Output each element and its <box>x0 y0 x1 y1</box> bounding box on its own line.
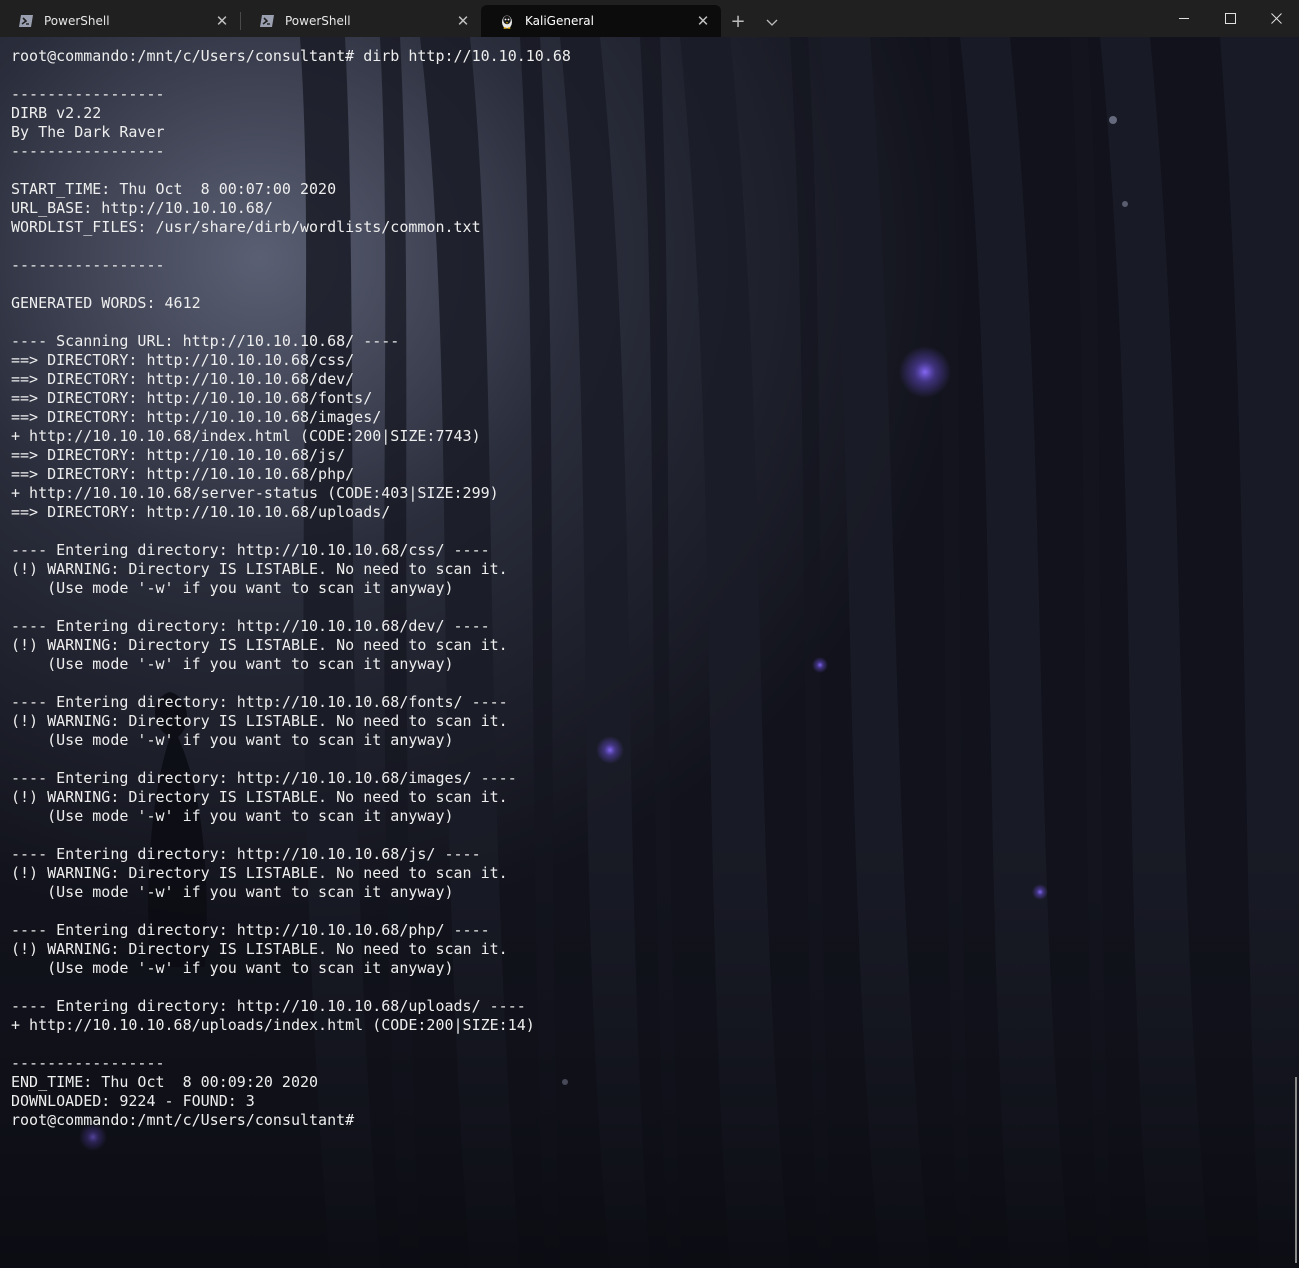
terminal-line: (!) WARNING: Directory IS LISTABLE. No n… <box>11 712 508 730</box>
maximize-icon <box>1224 13 1236 24</box>
terminal-line: URL_BASE: http://10.10.10.68/ <box>11 199 273 217</box>
terminal-output[interactable]: root@commando:/mnt/c/Users/consultant# d… <box>11 47 571 1130</box>
terminal-line: WORDLIST_FILES: /usr/share/dirb/wordlist… <box>11 218 481 236</box>
scrollbar[interactable] <box>1295 1077 1297 1263</box>
terminal-line: ==> DIRECTORY: http://10.10.10.68/php/ <box>11 465 355 483</box>
terminal-line: ---- Entering directory: http://10.10.10… <box>11 769 517 787</box>
tab-label: PowerShell <box>285 14 351 28</box>
terminal-line: ---- Entering directory: http://10.10.10… <box>11 617 490 635</box>
tab-dropdown-button[interactable] <box>755 5 789 37</box>
terminal-window: PowerShell ✕ PowerShell ✕ KaliGeneral ✕ … <box>0 0 1299 1268</box>
close-tab-icon[interactable]: ✕ <box>208 7 236 35</box>
terminal-line: ---- Entering directory: http://10.10.10… <box>11 693 508 711</box>
terminal-line: ==> DIRECTORY: http://10.10.10.68/css/ <box>11 351 355 369</box>
minimize-icon <box>1178 18 1189 19</box>
terminal-line: (Use mode '-w' if you want to scan it an… <box>11 807 454 825</box>
terminal-line: ---- Entering directory: http://10.10.10… <box>11 997 526 1015</box>
window-controls <box>1161 0 1299 37</box>
terminal-line: (Use mode '-w' if you want to scan it an… <box>11 883 454 901</box>
powershell-icon <box>18 13 34 29</box>
terminal-line: + http://10.10.10.68/server-status (CODE… <box>11 484 499 502</box>
terminal-line: (Use mode '-w' if you want to scan it an… <box>11 731 454 749</box>
kali-icon <box>499 13 515 29</box>
terminal-line: By The Dark Raver <box>11 123 165 141</box>
terminal-line: ----------------- <box>11 142 165 160</box>
terminal-line: root@commando:/mnt/c/Users/consultant# <box>11 1111 355 1129</box>
minimize-button[interactable] <box>1161 0 1207 37</box>
terminal-line: ==> DIRECTORY: http://10.10.10.68/js/ <box>11 446 346 464</box>
close-tab-icon[interactable]: ✕ <box>449 7 477 35</box>
terminal-line: ---- Scanning URL: http://10.10.10.68/ -… <box>11 332 400 350</box>
terminal-line: (!) WARNING: Directory IS LISTABLE. No n… <box>11 788 508 806</box>
terminal-line: + http://10.10.10.68/uploads/index.html … <box>11 1016 535 1034</box>
terminal-line: (!) WARNING: Directory IS LISTABLE. No n… <box>11 560 508 578</box>
terminal-line: + http://10.10.10.68/index.html (CODE:20… <box>11 427 481 445</box>
terminal-line: ----------------- <box>11 1054 165 1072</box>
terminal-line: DIRB v2.22 <box>11 104 102 122</box>
terminal-line: ---- Entering directory: http://10.10.10… <box>11 541 490 559</box>
terminal-line: ----------------- <box>11 85 165 103</box>
maximize-button[interactable] <box>1207 0 1253 37</box>
terminal-pane[interactable]: root@commando:/mnt/c/Users/consultant# d… <box>0 37 1299 1268</box>
new-tab-button[interactable]: + <box>721 5 755 37</box>
tab-kaligeneral[interactable]: KaliGeneral ✕ <box>481 5 721 37</box>
terminal-line: root@commando:/mnt/c/Users/consultant# d… <box>11 47 571 65</box>
terminal-line: END_TIME: Thu Oct 8 00:09:20 2020 <box>11 1073 319 1091</box>
terminal-line: (!) WARNING: Directory IS LISTABLE. No n… <box>11 940 508 958</box>
terminal-line: ---- Entering directory: http://10.10.10… <box>11 921 490 939</box>
terminal-line: ---- Entering directory: http://10.10.10… <box>11 845 481 863</box>
terminal-line: ==> DIRECTORY: http://10.10.10.68/fonts/ <box>11 389 373 407</box>
tab-powershell-1[interactable]: PowerShell ✕ <box>0 5 240 37</box>
close-tab-icon[interactable]: ✕ <box>689 7 717 35</box>
terminal-line: ==> DIRECTORY: http://10.10.10.68/upload… <box>11 503 391 521</box>
terminal-line: (!) WARNING: Directory IS LISTABLE. No n… <box>11 864 508 882</box>
terminal-line: ==> DIRECTORY: http://10.10.10.68/dev/ <box>11 370 355 388</box>
powershell-icon <box>259 13 275 29</box>
tab-label: KaliGeneral <box>525 14 594 28</box>
terminal-line: (Use mode '-w' if you want to scan it an… <box>11 959 454 977</box>
terminal-line: ==> DIRECTORY: http://10.10.10.68/images… <box>11 408 382 426</box>
close-window-button[interactable] <box>1253 0 1299 37</box>
close-icon <box>1270 13 1282 24</box>
terminal-line: DOWNLOADED: 9224 - FOUND: 3 <box>11 1092 255 1110</box>
terminal-line: START_TIME: Thu Oct 8 00:07:00 2020 <box>11 180 337 198</box>
terminal-line: (Use mode '-w' if you want to scan it an… <box>11 579 454 597</box>
terminal-line: (!) WARNING: Directory IS LISTABLE. No n… <box>11 636 508 654</box>
chevron-down-icon <box>766 11 778 32</box>
tab-powershell-2[interactable]: PowerShell ✕ <box>241 5 481 37</box>
tab-label: PowerShell <box>44 14 110 28</box>
tab-bar: PowerShell ✕ PowerShell ✕ KaliGeneral ✕ … <box>0 0 1299 37</box>
terminal-line: GENERATED WORDS: 4612 <box>11 294 201 312</box>
terminal-line: ----------------- <box>11 256 165 274</box>
terminal-line: (Use mode '-w' if you want to scan it an… <box>11 655 454 673</box>
